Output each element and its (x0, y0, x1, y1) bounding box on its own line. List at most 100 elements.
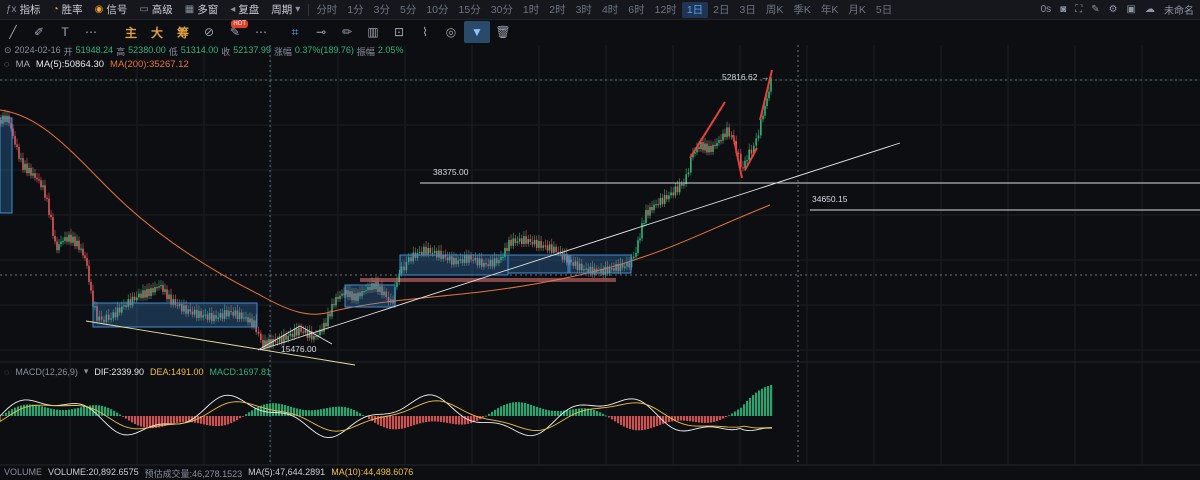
candle-body (333, 303, 335, 306)
candle-body (755, 138, 757, 146)
macd-bar (653, 416, 656, 428)
macd-bar (89, 405, 92, 416)
candle-body (538, 240, 540, 248)
candle-body (341, 293, 343, 296)
macd-bar (344, 407, 347, 416)
macd-bar (536, 406, 539, 416)
macd-bar (755, 392, 758, 416)
macd-bar (638, 416, 641, 431)
candle-body (653, 204, 655, 211)
candle-body (724, 133, 726, 138)
macd-bar (449, 416, 452, 424)
candle-body (30, 167, 32, 176)
ohlc-high: 52380.00 (128, 45, 166, 55)
candle-body (687, 172, 690, 175)
macd-bar (248, 412, 251, 416)
macd-bar (359, 413, 362, 416)
candle-body (690, 157, 692, 173)
candle-body (74, 236, 76, 247)
eye-icon[interactable]: ◌ (4, 59, 10, 70)
candle-body (64, 237, 66, 241)
macd-bar (401, 416, 404, 429)
candlestick-chart[interactable]: 52816.62 → 38375.00 34650.15 15476.00 (0, 0, 1200, 480)
macd-bar (221, 416, 224, 426)
candle-body (533, 239, 536, 245)
macd-bar (650, 416, 653, 429)
price-label-upper: 38375.00 (433, 167, 469, 177)
macd-bar (392, 416, 395, 430)
candle-body (672, 192, 675, 196)
macd-bar (593, 409, 596, 416)
macd-bar (644, 416, 647, 430)
macd-bar (80, 407, 83, 416)
consolidation-box (0, 117, 13, 214)
macd-bar (110, 409, 113, 416)
price-label-low: 15476.00 (281, 344, 317, 354)
macd-bar (491, 411, 494, 416)
macd-bar (224, 416, 227, 426)
candle-body (82, 248, 84, 256)
candle-body (649, 207, 651, 216)
macd-bar (113, 410, 116, 416)
candle-body (291, 333, 294, 338)
candle-body (548, 244, 551, 251)
macd-bar (251, 410, 254, 416)
candle-body (676, 186, 679, 193)
candle-body (523, 236, 525, 245)
chevron-down-icon[interactable]: ▾ (84, 366, 89, 377)
macd-bar (314, 410, 317, 416)
macd-bar (299, 409, 302, 416)
macd-bar (302, 409, 305, 416)
candle-body (516, 241, 519, 243)
candle-body (331, 303, 333, 317)
ohlc-change: 0.37%(189.76) (294, 45, 354, 55)
macd-bar (203, 416, 206, 425)
macd-bar (386, 416, 389, 429)
candle-body (555, 246, 557, 253)
candle-body (32, 173, 34, 176)
macd-bar (752, 395, 755, 416)
macd-bar (608, 416, 611, 418)
macd-bar (206, 416, 209, 426)
candle-body (531, 241, 534, 245)
macd-bar (518, 402, 521, 416)
candle-body (635, 252, 637, 257)
macd-bar (452, 416, 455, 424)
candle-body (742, 167, 744, 169)
candle-body (48, 198, 50, 215)
eye-icon[interactable]: ◌ (4, 367, 9, 377)
candle-body (550, 244, 553, 253)
macd-bar (53, 409, 56, 416)
macd-bar (485, 415, 488, 417)
macd-bar (539, 407, 542, 416)
ma-legend: ◌ MA MA(5):50864.30 MA(200):35267.12 (4, 58, 189, 70)
macd-bar (641, 416, 644, 431)
trendline-lower (85, 320, 356, 366)
macd-bar (32, 404, 35, 416)
macd-bar (725, 416, 728, 418)
macd-bar (506, 403, 509, 416)
ohlc-open: 51948.24 (75, 45, 114, 55)
candle-body (68, 234, 70, 242)
macd-value: MACD:1697.81 (209, 366, 272, 377)
macd-bar (731, 413, 734, 416)
macd-bar (509, 402, 512, 416)
candle-body (525, 236, 527, 244)
macd-bar (698, 416, 701, 423)
candle-body (152, 288, 154, 293)
macd-bar (575, 408, 578, 416)
macd-bar (716, 416, 719, 422)
macd-bar (170, 416, 173, 425)
macd-bar (524, 403, 527, 416)
macd-bar (83, 406, 86, 416)
macd-bar (119, 414, 122, 416)
macd-bar (326, 408, 329, 416)
macd-bar (368, 416, 371, 419)
macd-bar (74, 408, 77, 416)
ohlc-legend: ⊙ 2024-02-16 开 51948.24 高 52380.00 低 51314.… (4, 45, 404, 57)
candle-body (508, 239, 510, 251)
macd-bar (488, 413, 491, 416)
candle-body (678, 184, 681, 193)
candle-body (663, 195, 666, 204)
macd-bar (320, 409, 323, 416)
